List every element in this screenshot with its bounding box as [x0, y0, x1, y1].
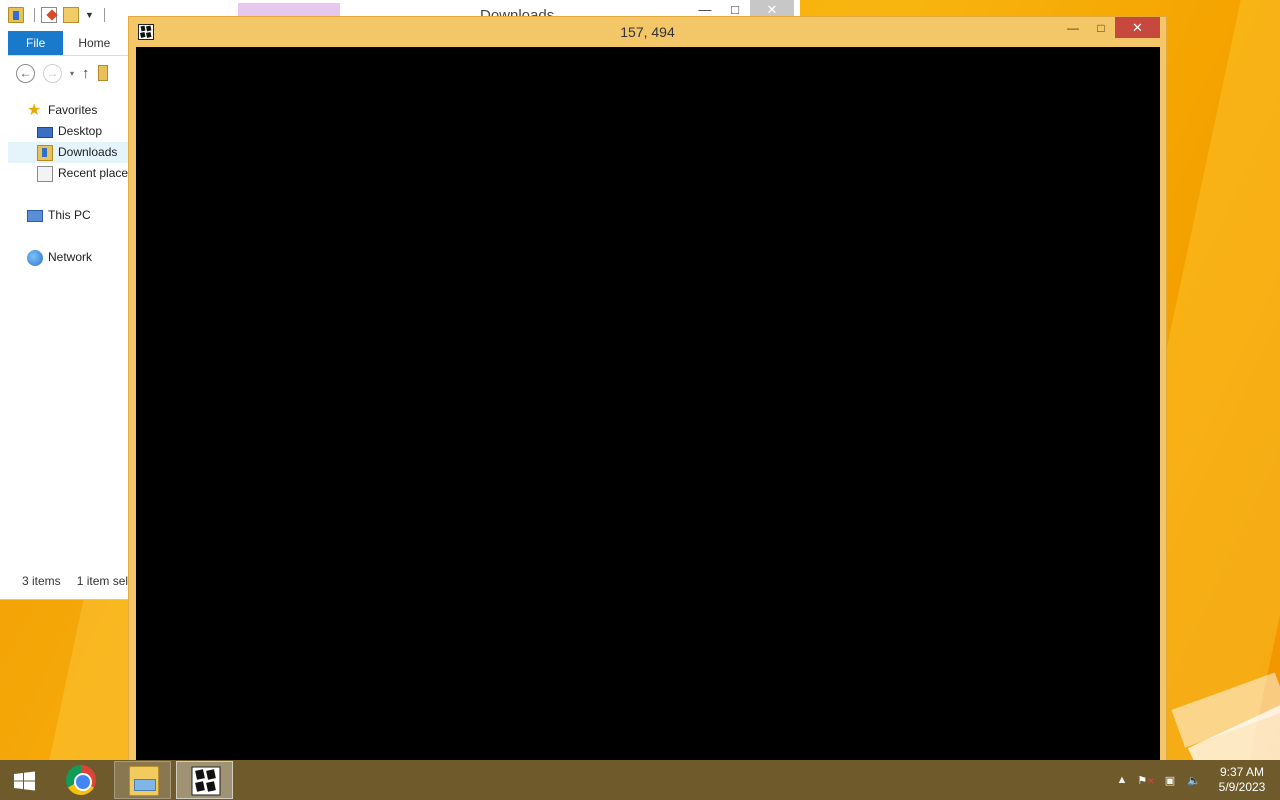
system-tray: ▲ ⚑✕ ▣ 🔈 9:37 AM 5/9/2023	[1110, 760, 1280, 800]
nav-network-label: Network	[48, 250, 93, 264]
show-hidden-icons-icon[interactable]: ▲	[1110, 774, 1134, 786]
tab-home[interactable]: Home	[63, 31, 125, 55]
network-icon	[27, 249, 43, 266]
clock-date: 5/9/2023	[1218, 780, 1266, 794]
nav-this-pc-label: This PC	[48, 208, 91, 222]
app-caption-buttons: — □ ✕	[1059, 17, 1160, 39]
nav-favorites[interactable]: ★ Favorites	[8, 100, 128, 121]
nav-network[interactable]: Network	[8, 247, 128, 268]
action-center-flag: ⚑	[1137, 774, 1148, 787]
taskbar-chrome[interactable]	[52, 761, 109, 799]
app-window-title: 157, 494	[620, 24, 675, 40]
toolbar-divider	[34, 8, 35, 22]
clock-time: 9:37 AM	[1219, 765, 1265, 779]
properties-icon[interactable]	[41, 7, 57, 23]
nav-this-pc[interactable]: This PC	[8, 205, 128, 226]
app-window: 157, 494 — □ ✕	[128, 16, 1167, 769]
computer-icon	[27, 210, 43, 222]
volume-muted-icon[interactable]: 🔈	[1182, 774, 1206, 787]
close-button[interactable]: ✕	[1115, 17, 1160, 38]
ribbon-tabs: File Home	[8, 31, 125, 55]
taskbar: ▲ ⚑✕ ▣ 🔈 9:37 AM 5/9/2023	[0, 760, 1280, 800]
tab-file[interactable]: File	[8, 31, 64, 55]
maximize-button[interactable]: □	[1087, 17, 1115, 39]
navigation-pane: ★ Favorites Desktop Downloads Recent pla…	[8, 100, 134, 268]
minimize-button[interactable]: —	[1059, 17, 1087, 39]
new-folder-icon[interactable]	[63, 7, 79, 23]
app-canvas[interactable]	[136, 47, 1160, 762]
nav-desktop-label: Desktop	[58, 124, 103, 138]
recent-locations-dropdown-icon[interactable]: ▾	[70, 69, 74, 78]
clock[interactable]: 9:37 AM 5/9/2023	[1210, 765, 1274, 795]
customize-toolbar-dropdown-icon[interactable]: ▼	[85, 10, 94, 20]
back-button[interactable]: ←	[16, 63, 35, 83]
windows-logo-icon	[14, 771, 35, 791]
nav-recent-label: Recent places	[58, 166, 135, 180]
address-folder-icon[interactable]	[97, 65, 108, 81]
file-explorer-icon	[129, 766, 159, 796]
quick-access-toolbar: ▼	[8, 7, 105, 23]
downloads-folder-icon	[8, 7, 24, 23]
nav-downloads[interactable]: Downloads	[8, 142, 128, 163]
app-icon	[191, 766, 221, 796]
item-count: 3 items	[22, 574, 61, 588]
taskbar-app[interactable]	[176, 761, 233, 799]
nav-recent-places[interactable]: Recent places	[8, 163, 134, 184]
recent-places-icon	[37, 165, 53, 182]
navigation-bar: ← → ▾ ↑	[16, 62, 108, 84]
downloads-icon	[37, 144, 53, 161]
star-icon: ★	[27, 101, 42, 119]
network-status-icon[interactable]: ▣	[1158, 774, 1182, 787]
nav-favorites-label: Favorites	[48, 103, 98, 117]
up-button[interactable]: ↑	[82, 65, 90, 82]
desktop-icon	[37, 127, 53, 138]
nav-downloads-label: Downloads	[58, 145, 118, 159]
action-center-icon[interactable]: ⚑✕	[1134, 774, 1158, 787]
start-button[interactable]	[4, 766, 44, 796]
chrome-icon	[66, 765, 96, 795]
forward-button[interactable]: →	[43, 63, 62, 83]
nav-desktop[interactable]: Desktop	[8, 121, 128, 142]
alert-x-icon: ✕	[1147, 775, 1155, 786]
taskbar-file-explorer[interactable]	[114, 761, 171, 799]
app-titlebar[interactable]: 157, 494 — □ ✕	[129, 17, 1166, 47]
toolbar-divider	[103, 8, 105, 22]
